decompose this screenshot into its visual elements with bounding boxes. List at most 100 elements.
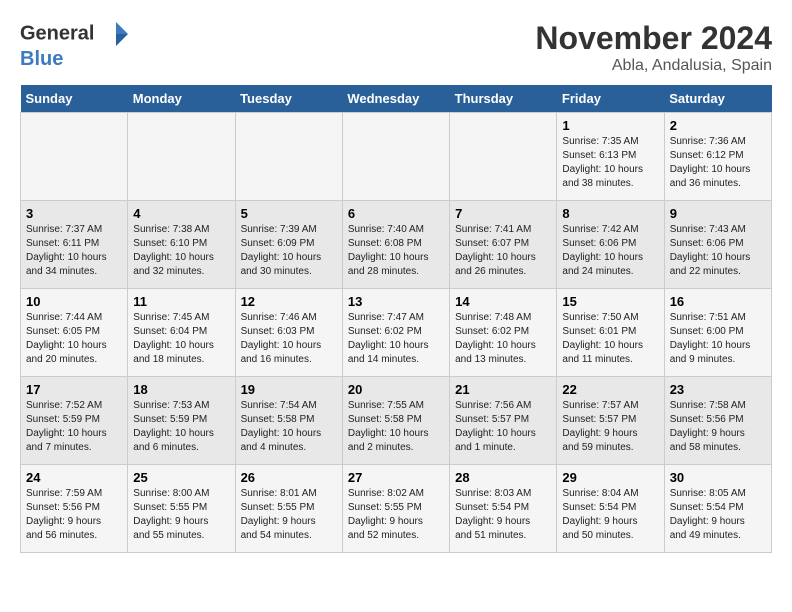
calendar-cell: 16 Sunrise: 7:51 AM Sunset: 6:00 PM Dayli… <box>664 289 771 377</box>
calendar-cell <box>235 113 342 201</box>
day-info: Sunrise: 7:50 AM Sunset: 6:01 PM Dayligh… <box>562 311 658 367</box>
calendar-cell <box>342 113 449 201</box>
day-number: 18 <box>133 382 229 397</box>
calendar-cell: 24 Sunrise: 7:59 AM Sunset: 5:56 PM Dayli… <box>21 465 128 553</box>
day-number: 17 <box>26 382 122 397</box>
day-number: 8 <box>562 206 658 221</box>
calendar-cell: 28Sunrise: 8:03 AM Sunset: 5:54 PM Dayli… <box>450 465 557 553</box>
day-number: 3 <box>26 206 122 221</box>
day-number: 4 <box>133 206 229 221</box>
day-number: 10 <box>26 294 122 309</box>
day-info: Sunrise: 7:36 AM Sunset: 6:12 PM Dayligh… <box>670 135 766 191</box>
day-number: 14 <box>455 294 551 309</box>
calendar-cell: 4 Sunrise: 7:38 AM Sunset: 6:10 PM Daylig… <box>128 201 235 289</box>
logo-general: General <box>20 22 94 44</box>
weekday-header-sunday: Sunday <box>21 85 128 113</box>
calendar-cell: 5 Sunrise: 7:39 AM Sunset: 6:09 PM Daylig… <box>235 201 342 289</box>
calendar-cell <box>21 113 128 201</box>
calendar-cell <box>450 113 557 201</box>
day-info: Sunrise: 7:37 AM Sunset: 6:11 PM Dayligh… <box>26 223 122 279</box>
calendar-cell: 30 Sunrise: 8:05 AM Sunset: 5:54 PM Dayli… <box>664 465 771 553</box>
day-info: Sunrise: 7:38 AM Sunset: 6:10 PM Dayligh… <box>133 223 229 279</box>
calendar-cell: 10 Sunrise: 7:44 AM Sunset: 6:05 PM Dayli… <box>21 289 128 377</box>
day-info: Sunrise: 8:02 AM Sunset: 5:55 PM Dayligh… <box>348 487 444 543</box>
day-info: Sunrise: 7:43 AM Sunset: 6:06 PM Dayligh… <box>670 223 766 279</box>
day-number: 1 <box>562 118 658 133</box>
calendar-cell: 13 Sunrise: 7:47 AM Sunset: 6:02 PM Dayli… <box>342 289 449 377</box>
day-number: 29 <box>562 470 658 485</box>
day-info: Sunrise: 7:56 AM Sunset: 5:57 PM Dayligh… <box>455 399 551 455</box>
day-info: Sunrise: 7:40 AM Sunset: 6:08 PM Dayligh… <box>348 223 444 279</box>
calendar-cell: 1Sunrise: 7:35 AM Sunset: 6:13 PM Daylig… <box>557 113 664 201</box>
calendar-week-row: 24 Sunrise: 7:59 AM Sunset: 5:56 PM Dayli… <box>21 465 772 553</box>
day-info: Sunrise: 7:39 AM Sunset: 6:09 PM Dayligh… <box>241 223 337 279</box>
calendar-cell: 14 Sunrise: 7:48 AM Sunset: 6:02 PM Dayli… <box>450 289 557 377</box>
logo-flag-icon <box>102 20 130 48</box>
calendar-cell: 2 Sunrise: 7:36 AM Sunset: 6:12 PM Daylig… <box>664 113 771 201</box>
day-number: 19 <box>241 382 337 397</box>
calendar-cell: 9 Sunrise: 7:43 AM Sunset: 6:06 PM Daylig… <box>664 201 771 289</box>
day-number: 11 <box>133 294 229 309</box>
weekday-header-monday: Monday <box>128 85 235 113</box>
calendar-cell: 22Sunrise: 7:57 AM Sunset: 5:57 PM Dayli… <box>557 377 664 465</box>
weekday-header-friday: Friday <box>557 85 664 113</box>
day-number: 9 <box>670 206 766 221</box>
day-number: 28 <box>455 470 551 485</box>
day-info: Sunrise: 7:53 AM Sunset: 5:59 PM Dayligh… <box>133 399 229 455</box>
day-info: Sunrise: 7:57 AM Sunset: 5:57 PM Dayligh… <box>562 399 658 455</box>
calendar-week-row: 17 Sunrise: 7:52 AM Sunset: 5:59 PM Dayli… <box>21 377 772 465</box>
calendar-cell: 8 Sunrise: 7:42 AM Sunset: 6:06 PM Daylig… <box>557 201 664 289</box>
day-number: 2 <box>670 118 766 133</box>
day-info: Sunrise: 7:54 AM Sunset: 5:58 PM Dayligh… <box>241 399 337 455</box>
day-info: Sunrise: 7:47 AM Sunset: 6:02 PM Dayligh… <box>348 311 444 367</box>
calendar-cell: 3 Sunrise: 7:37 AM Sunset: 6:11 PM Daylig… <box>21 201 128 289</box>
calendar-cell: 17 Sunrise: 7:52 AM Sunset: 5:59 PM Dayli… <box>21 377 128 465</box>
calendar-cell: 25Sunrise: 8:00 AM Sunset: 5:55 PM Dayli… <box>128 465 235 553</box>
day-number: 13 <box>348 294 444 309</box>
day-info: Sunrise: 7:48 AM Sunset: 6:02 PM Dayligh… <box>455 311 551 367</box>
day-number: 12 <box>241 294 337 309</box>
calendar-cell: 18 Sunrise: 7:53 AM Sunset: 5:59 PM Dayli… <box>128 377 235 465</box>
day-info: Sunrise: 8:01 AM Sunset: 5:55 PM Dayligh… <box>241 487 337 543</box>
calendar-cell <box>128 113 235 201</box>
calendar-cell: 19 Sunrise: 7:54 AM Sunset: 5:58 PM Dayli… <box>235 377 342 465</box>
day-info: Sunrise: 7:51 AM Sunset: 6:00 PM Dayligh… <box>670 311 766 367</box>
weekday-header-saturday: Saturday <box>664 85 771 113</box>
day-number: 16 <box>670 294 766 309</box>
weekday-header-thursday: Thursday <box>450 85 557 113</box>
calendar-cell: 29 Sunrise: 8:04 AM Sunset: 5:54 PM Dayli… <box>557 465 664 553</box>
calendar-cell: 23Sunrise: 7:58 AM Sunset: 5:56 PM Dayli… <box>664 377 771 465</box>
day-number: 30 <box>670 470 766 485</box>
weekday-header-wednesday: Wednesday <box>342 85 449 113</box>
calendar-cell: 27 Sunrise: 8:02 AM Sunset: 5:55 PM Dayli… <box>342 465 449 553</box>
day-info: Sunrise: 7:42 AM Sunset: 6:06 PM Dayligh… <box>562 223 658 279</box>
day-number: 7 <box>455 206 551 221</box>
calendar-cell: 26Sunrise: 8:01 AM Sunset: 5:55 PM Dayli… <box>235 465 342 553</box>
weekday-header-tuesday: Tuesday <box>235 85 342 113</box>
day-number: 21 <box>455 382 551 397</box>
day-info: Sunrise: 7:44 AM Sunset: 6:05 PM Dayligh… <box>26 311 122 367</box>
day-info: Sunrise: 7:45 AM Sunset: 6:04 PM Dayligh… <box>133 311 229 367</box>
page-header: General Blue November 2024 Abla, Andalus… <box>20 20 772 75</box>
day-number: 20 <box>348 382 444 397</box>
day-info: Sunrise: 7:59 AM Sunset: 5:56 PM Dayligh… <box>26 487 122 543</box>
day-info: Sunrise: 7:55 AM Sunset: 5:58 PM Dayligh… <box>348 399 444 455</box>
day-info: Sunrise: 8:04 AM Sunset: 5:54 PM Dayligh… <box>562 487 658 543</box>
calendar-week-row: 1Sunrise: 7:35 AM Sunset: 6:13 PM Daylig… <box>21 113 772 201</box>
logo: General Blue <box>20 20 130 70</box>
calendar-cell: 21 Sunrise: 7:56 AM Sunset: 5:57 PM Dayli… <box>450 377 557 465</box>
calendar-subtitle: Abla, Andalusia, Spain <box>535 57 772 75</box>
calendar-cell: 11 Sunrise: 7:45 AM Sunset: 6:04 PM Dayli… <box>128 289 235 377</box>
calendar-cell: 6Sunrise: 7:40 AM Sunset: 6:08 PM Daylig… <box>342 201 449 289</box>
calendar-table: SundayMondayTuesdayWednesdayThursdayFrid… <box>20 85 772 553</box>
calendar-title: November 2024 <box>535 20 772 57</box>
day-number: 5 <box>241 206 337 221</box>
day-info: Sunrise: 7:41 AM Sunset: 6:07 PM Dayligh… <box>455 223 551 279</box>
day-info: Sunrise: 8:05 AM Sunset: 5:54 PM Dayligh… <box>670 487 766 543</box>
calendar-cell: 12Sunrise: 7:46 AM Sunset: 6:03 PM Dayli… <box>235 289 342 377</box>
day-number: 24 <box>26 470 122 485</box>
day-number: 27 <box>348 470 444 485</box>
day-number: 15 <box>562 294 658 309</box>
day-info: Sunrise: 7:52 AM Sunset: 5:59 PM Dayligh… <box>26 399 122 455</box>
day-number: 25 <box>133 470 229 485</box>
